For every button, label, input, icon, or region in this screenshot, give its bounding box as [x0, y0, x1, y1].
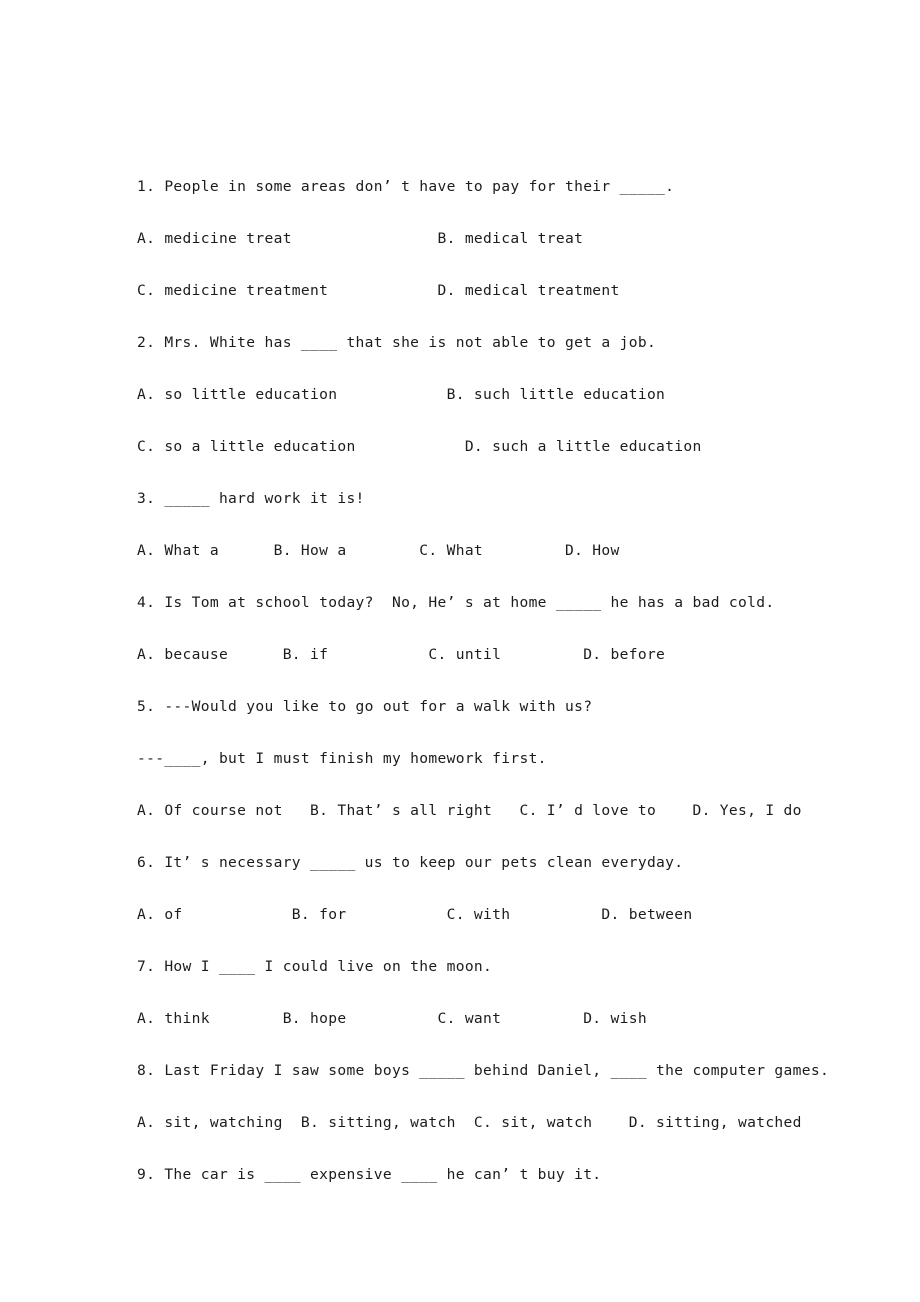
question-options-3: A. What a B. How a C. What D. How [137, 542, 620, 559]
question-options-2-cd: C. so a little education D. such a littl… [137, 438, 702, 455]
question-stem-8: 8. Last Friday I saw some boys _____ beh… [137, 1062, 830, 1079]
question-stem-5-response: ---____, but I must finish my homework f… [137, 750, 547, 767]
question-options-1-cd: C. medicine treatment D. medical treatme… [137, 282, 620, 299]
question-stem-2: 2. Mrs. White has ____ that she is not a… [137, 334, 657, 351]
question-options-1-ab: A. medicine treat B. medical treat [137, 230, 584, 247]
question-options-8: A. sit, watching B. sitting, watch C. si… [137, 1114, 802, 1131]
document-page: 1. People in some areas don’ t have to p… [0, 0, 920, 1302]
question-stem-7: 7. How I ____ I could live on the moon. [137, 958, 493, 975]
question-stem-4: 4. Is Tom at school today? No, He’ s at … [137, 594, 775, 611]
document-text-body: 1. People in some areas don’ t have to p… [137, 161, 837, 1201]
question-stem-6: 6. It’ s necessary _____ us to keep our … [137, 854, 684, 871]
question-stem-1: 1. People in some areas don’ t have to p… [137, 178, 675, 195]
question-options-5: A. Of course not B. That’ s all right C.… [137, 802, 802, 819]
question-options-4: A. because B. if C. until D. before [137, 646, 666, 663]
question-options-6: A. of B. for C. with D. between [137, 906, 693, 923]
question-stem-5-prompt: 5. ---Would you like to go out for a wal… [137, 698, 593, 715]
question-options-7: A. think B. hope C. want D. wish [137, 1010, 647, 1027]
question-options-2-ab: A. so little education B. such little ed… [137, 386, 666, 403]
question-stem-3: 3. _____ hard work it is! [137, 490, 365, 507]
question-stem-9: 9. The car is ____ expensive ____ he can… [137, 1166, 602, 1183]
